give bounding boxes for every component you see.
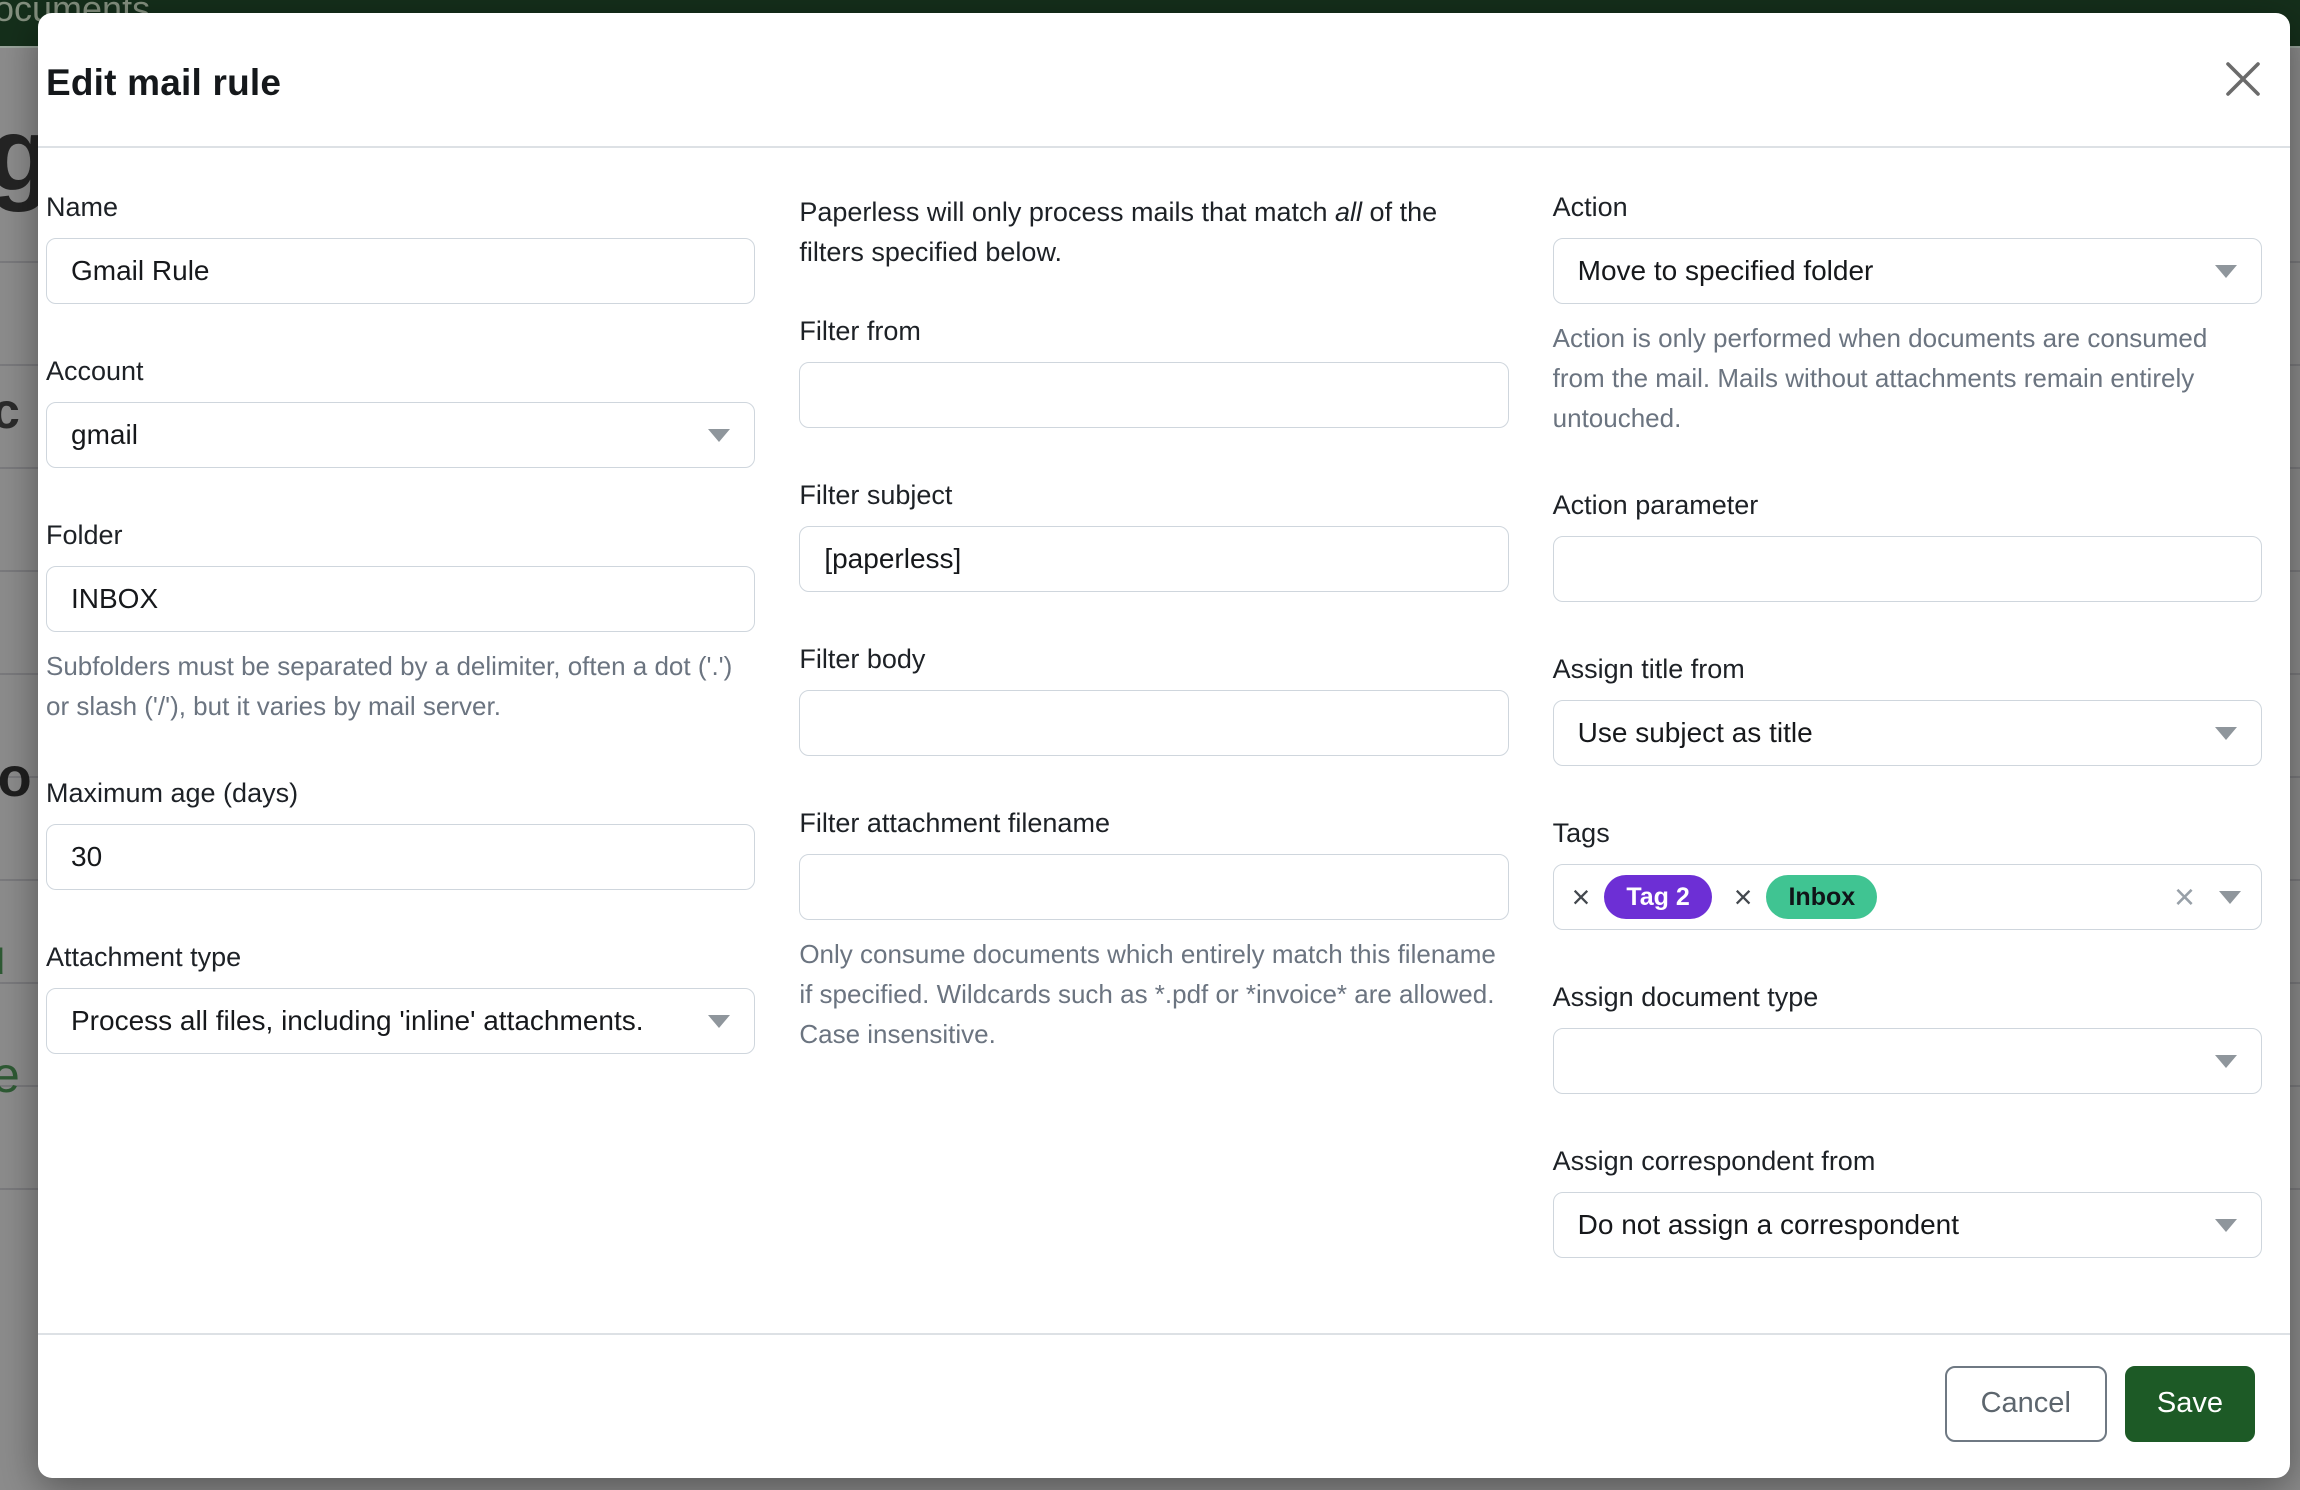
chevron-down-icon <box>2215 1219 2237 1232</box>
field-folder: Folder Subfolders must be separated by a… <box>46 518 755 726</box>
tag-pair: × Tag 2 <box>1572 875 1712 919</box>
assign-title-select-value: Use subject as title <box>1578 717 1813 749</box>
field-filter-filename: Filter attachment filename Only consume … <box>799 806 1508 1054</box>
field-filter-body: Filter body <box>799 642 1508 756</box>
assign-correspondent-select-value: Do not assign a correspondent <box>1578 1209 1959 1241</box>
filter-subject-label: Filter subject <box>799 478 1508 512</box>
filters-intro-emphasis: all <box>1335 197 1362 227</box>
field-max-age: Maximum age (days) <box>46 776 755 890</box>
edit-mail-rule-dialog: Edit mail rule Name Account gmail <box>38 13 2290 1478</box>
assign-title-label: Assign title from <box>1553 652 2262 686</box>
field-assign-correspondent: Assign correspondent from Do not assign … <box>1553 1144 2262 1258</box>
chevron-down-icon <box>2215 1055 2237 1068</box>
field-filter-from: Filter from <box>799 314 1508 428</box>
account-label: Account <box>46 354 755 388</box>
remove-tag-icon[interactable]: × <box>1572 881 1591 913</box>
filter-body-input[interactable] <box>799 690 1508 756</box>
background-text-fragment: c <box>0 382 20 440</box>
action-parameter-label: Action parameter <box>1553 488 2262 522</box>
field-action: Action Move to specified folder Action i… <box>1553 190 2262 438</box>
field-account: Account gmail <box>46 354 755 468</box>
field-name: Name <box>46 190 755 304</box>
dialog-title: Edit mail rule <box>46 62 281 104</box>
tag-badge[interactable]: Inbox <box>1766 875 1877 919</box>
filter-from-input[interactable] <box>799 362 1508 428</box>
filters-intro-before: Paperless will only process mails that m… <box>799 197 1335 227</box>
action-hint: Action is only performed when documents … <box>1553 318 2262 438</box>
background-text-fragment: lo <box>0 744 32 809</box>
chevron-down-icon <box>708 429 730 442</box>
column-actions: Action Move to specified folder Action i… <box>1553 190 2262 1308</box>
chevron-down-icon <box>2215 727 2237 740</box>
chevron-down-icon <box>2215 265 2237 278</box>
tags-controls: × <box>2174 879 2241 915</box>
tags-label: Tags <box>1553 816 2262 850</box>
field-assign-title: Assign title from Use subject as title <box>1553 652 2262 766</box>
column-general: Name Account gmail Folder Subfolders mus… <box>46 190 755 1308</box>
name-label: Name <box>46 190 755 224</box>
filter-body-label: Filter body <box>799 642 1508 676</box>
attachment-type-label: Attachment type <box>46 940 755 974</box>
field-tags: Tags × Tag 2 × Inbox × <box>1553 816 2262 930</box>
tag-pair: × Inbox <box>1734 875 1877 919</box>
filter-filename-hint: Only consume documents which entirely ma… <box>799 934 1508 1054</box>
chevron-down-icon <box>708 1015 730 1028</box>
tags-list: × Tag 2 × Inbox <box>1572 875 2174 919</box>
cancel-button[interactable]: Cancel <box>1945 1366 2107 1442</box>
clear-tags-icon[interactable]: × <box>2174 879 2195 915</box>
filter-subject-input[interactable] <box>799 526 1508 592</box>
max-age-label: Maximum age (days) <box>46 776 755 810</box>
background-text-fragment: u <box>0 928 6 986</box>
assign-correspondent-label: Assign correspondent from <box>1553 1144 2262 1178</box>
remove-tag-icon[interactable]: × <box>1734 881 1753 913</box>
background-text-fragment: e <box>0 1046 20 1104</box>
action-select-value: Move to specified folder <box>1578 255 1874 287</box>
save-button[interactable]: Save <box>2125 1366 2255 1442</box>
assign-doc-type-label: Assign document type <box>1553 980 2262 1014</box>
account-select-value: gmail <box>71 419 138 451</box>
folder-input[interactable] <box>46 566 755 632</box>
folder-label: Folder <box>46 518 755 552</box>
filter-from-label: Filter from <box>799 314 1508 348</box>
assign-correspondent-select[interactable]: Do not assign a correspondent <box>1553 1192 2262 1258</box>
tags-input[interactable]: × Tag 2 × Inbox × <box>1553 864 2262 930</box>
filter-filename-label: Filter attachment filename <box>799 806 1508 840</box>
chevron-down-icon[interactable] <box>2219 891 2241 904</box>
dialog-header: Edit mail rule <box>38 13 2290 148</box>
field-action-parameter: Action parameter <box>1553 488 2262 602</box>
close-button[interactable] <box>2220 56 2266 102</box>
dialog-body: Name Account gmail Folder Subfolders mus… <box>38 148 2290 1333</box>
action-label: Action <box>1553 190 2262 224</box>
tag-badge[interactable]: Tag 2 <box>1604 875 1711 919</box>
column-filters: Paperless will only process mails that m… <box>799 190 1508 1308</box>
action-parameter-input[interactable] <box>1553 536 2262 602</box>
field-filter-subject: Filter subject <box>799 478 1508 592</box>
account-select[interactable]: gmail <box>46 402 755 468</box>
close-icon <box>2220 56 2266 102</box>
filter-filename-input[interactable] <box>799 854 1508 920</box>
folder-hint: Subfolders must be separated by a delimi… <box>46 646 755 726</box>
filters-intro-text: Paperless will only process mails that m… <box>799 190 1508 272</box>
attachment-type-select-value: Process all files, including 'inline' at… <box>71 1005 644 1037</box>
attachment-type-select[interactable]: Process all files, including 'inline' at… <box>46 988 755 1054</box>
assign-title-select[interactable]: Use subject as title <box>1553 700 2262 766</box>
action-select[interactable]: Move to specified folder <box>1553 238 2262 304</box>
dialog-footer: Cancel Save <box>38 1333 2290 1478</box>
name-input[interactable] <box>46 238 755 304</box>
max-age-input[interactable] <box>46 824 755 890</box>
assign-doc-type-select[interactable] <box>1553 1028 2262 1094</box>
field-assign-doc-type: Assign document type <box>1553 980 2262 1094</box>
field-attachment-type: Attachment type Process all files, inclu… <box>46 940 755 1054</box>
